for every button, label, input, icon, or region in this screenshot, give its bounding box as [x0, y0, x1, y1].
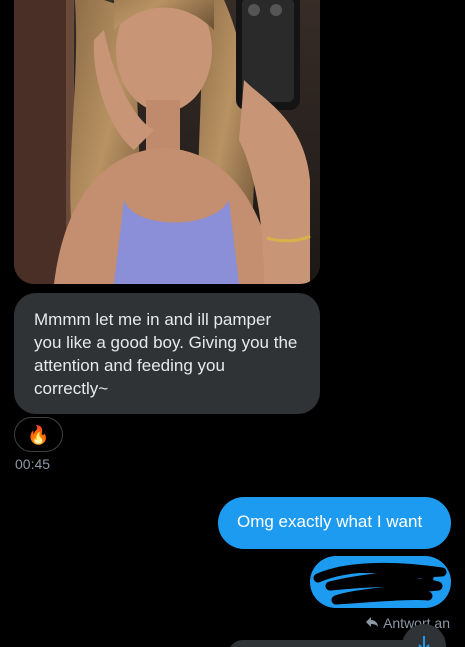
- chat-thread: Mmmm let me in and ill pamper you like a…: [0, 0, 465, 647]
- sent-message[interactable]: Omg exactly what I want: [218, 497, 451, 549]
- fire-emoji: 🔥: [27, 424, 50, 445]
- next-message-bubble[interactable]: [228, 640, 418, 647]
- arrow-down-icon: [418, 636, 430, 647]
- reply-arrow-icon: [365, 615, 379, 631]
- reaction-badge[interactable]: 🔥: [14, 417, 63, 452]
- shared-photo[interactable]: [14, 0, 320, 284]
- sent-message-redacted[interactable]: [310, 556, 451, 608]
- received-message-text: Mmmm let me in and ill pamper you like a…: [34, 310, 298, 398]
- message-timestamp: 00:45: [15, 456, 51, 472]
- redaction-scribble: [313, 562, 447, 605]
- sent-message-text: Omg exactly what I want: [237, 512, 423, 531]
- received-message[interactable]: Mmmm let me in and ill pamper you like a…: [14, 293, 320, 414]
